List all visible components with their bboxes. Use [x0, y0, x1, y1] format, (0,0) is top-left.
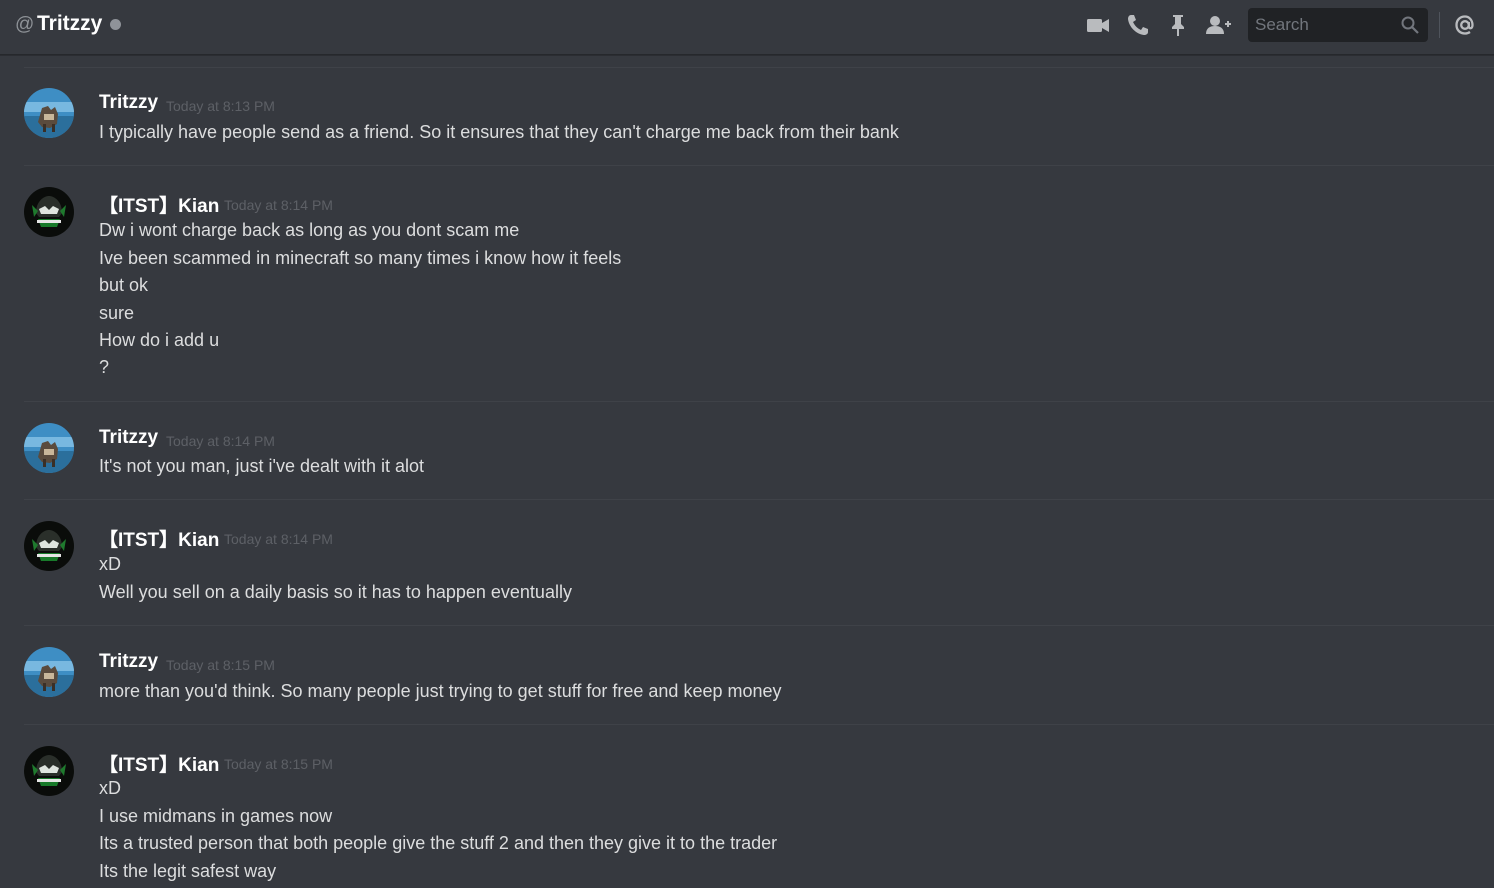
- message-text: How do i add u: [99, 330, 220, 350]
- divider: [24, 401, 1494, 402]
- message-author[interactable]: 【ITST】Kian: [99, 525, 219, 552]
- message-group: Tritzzy Today at 8:13 PM I typically hav…: [0, 88, 1494, 166]
- tritzzy-avatar[interactable]: [24, 423, 74, 473]
- message-text: Well you sell on a daily basis so it has…: [99, 582, 572, 602]
- message-timestamp: Today at 8:14 PM: [224, 531, 333, 547]
- message-group: Tritzzy Today at 8:14 PM It's not you ma…: [0, 423, 1494, 500]
- search-icon[interactable]: [1400, 15, 1420, 35]
- channel-header: @ Tritzzy: [0, 0, 1494, 55]
- divider: [24, 499, 1494, 500]
- voice-call-icon[interactable]: [1124, 11, 1152, 39]
- divider: [24, 67, 1494, 68]
- header-divider: [1439, 12, 1440, 38]
- message-timestamp: Today at 8:14 PM: [166, 433, 275, 449]
- message-text: xD: [99, 778, 121, 798]
- message-text: sure: [99, 303, 135, 323]
- message-text: I use midmans in games now: [99, 806, 333, 826]
- message-timestamp: Today at 8:13 PM: [166, 98, 275, 114]
- message-group: 【ITST】Kian Today at 8:14 PM Dw i wont ch…: [0, 187, 1494, 402]
- message-text: Its the legit safest way: [99, 861, 277, 881]
- message-author[interactable]: Tritzzy: [99, 651, 158, 673]
- message-group: Tritzzy Today at 8:15 PM more than you'd…: [0, 647, 1494, 725]
- add-friend-icon[interactable]: [1204, 11, 1232, 39]
- kian-avatar[interactable]: [24, 187, 74, 237]
- kian-avatar[interactable]: [24, 521, 74, 571]
- kian-avatar[interactable]: [24, 746, 74, 796]
- message-text: but ok: [99, 275, 149, 295]
- message-text: Ive been scammed in minecraft so many ti…: [99, 248, 622, 268]
- message-timestamp: Today at 8:15 PM: [224, 756, 333, 772]
- message-text: more than you'd think. So many people ju…: [99, 681, 782, 701]
- channel-title[interactable]: Tritzzy: [37, 12, 102, 36]
- tritzzy-avatar[interactable]: [24, 647, 74, 697]
- mentions-icon[interactable]: [1451, 11, 1479, 39]
- messages-list[interactable]: Tritzzy Today at 8:13 PM I typically hav…: [0, 56, 1494, 888]
- at-symbol-icon: @: [15, 14, 35, 35]
- message-text: Dw i wont charge back as long as you don…: [99, 220, 520, 240]
- message-text: ?: [99, 357, 110, 377]
- divider: [24, 724, 1494, 725]
- message-group: 【ITST】Kian Today at 8:14 PM xD Well you …: [0, 521, 1494, 626]
- message-text: Its a trusted person that both people gi…: [99, 833, 778, 853]
- message-author[interactable]: 【ITST】Kian: [99, 191, 219, 218]
- divider: [24, 625, 1494, 626]
- message-timestamp: Today at 8:15 PM: [166, 657, 275, 673]
- message-timestamp: Today at 8:14 PM: [224, 197, 333, 213]
- tritzzy-avatar[interactable]: [24, 88, 74, 138]
- search-box[interactable]: [1248, 8, 1428, 42]
- message-text: It's not you man, just i've dealt with i…: [99, 456, 425, 476]
- search-input[interactable]: [1248, 8, 1388, 42]
- message-text: xD: [99, 554, 121, 574]
- status-indicator: [110, 19, 121, 30]
- divider: [24, 165, 1494, 166]
- message-author[interactable]: Tritzzy: [99, 427, 158, 449]
- dm-window: @ Tritzzy Tritzzy: [0, 0, 1494, 888]
- pin-icon[interactable]: [1164, 11, 1192, 39]
- video-call-icon[interactable]: [1084, 11, 1112, 39]
- message-author[interactable]: 【ITST】Kian: [99, 750, 219, 777]
- message-author[interactable]: Tritzzy: [99, 92, 158, 114]
- message-text: I typically have people send as a friend…: [99, 122, 899, 142]
- message-group: 【ITST】Kian Today at 8:15 PM xD I use mid…: [0, 746, 1494, 881]
